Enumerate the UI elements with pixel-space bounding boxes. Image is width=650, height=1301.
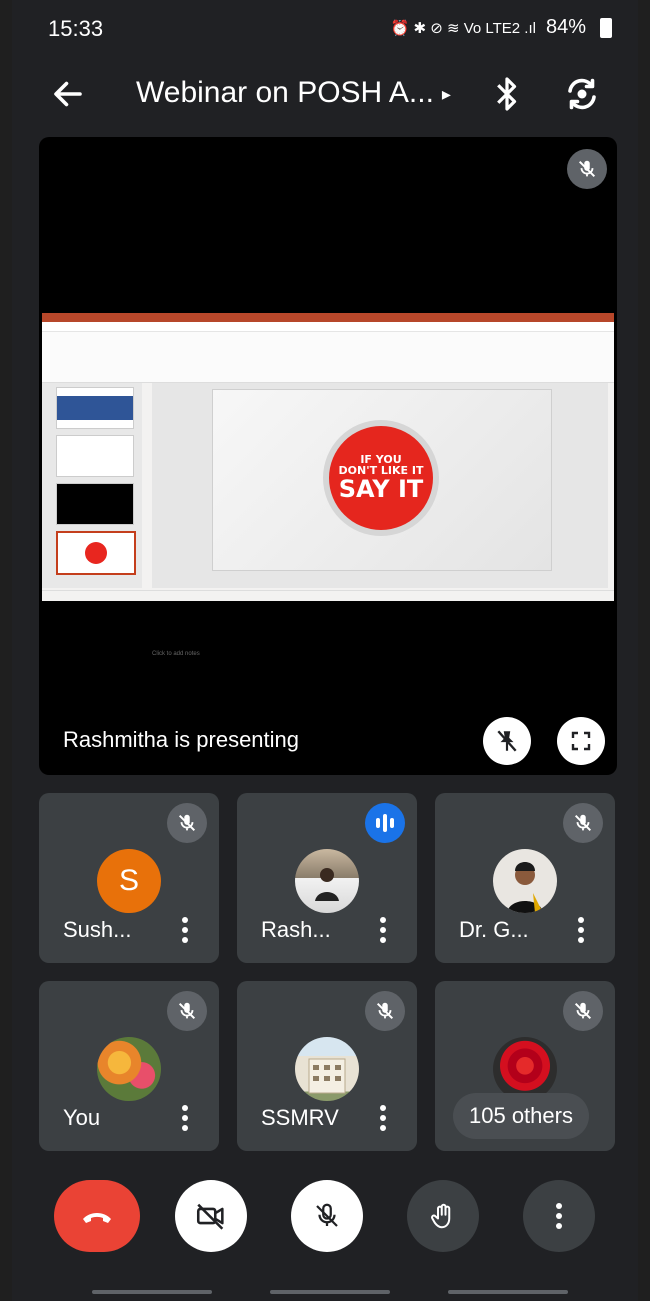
powerpoint-titlebar — [42, 313, 614, 322]
switch-camera-icon[interactable] — [564, 76, 600, 112]
back-arrow-icon[interactable] — [50, 76, 86, 112]
more-options-icon[interactable] — [181, 917, 189, 943]
powerpoint-statusbar — [42, 590, 614, 601]
shared-screen: IF YOU DON'T LIKE IT SAY IT Click to add… — [42, 313, 614, 657]
muted-mic-badge — [567, 149, 607, 189]
participant-tile[interactable]: S Sush... — [39, 793, 219, 963]
status-indicators: ⏰ ✱ ⊘ ≋ Vo LTE2 .ıl — [390, 19, 536, 37]
presenting-label: Rashmitha is presenting — [63, 727, 300, 752]
more-options-icon[interactable] — [577, 917, 585, 943]
battery-percent: 84% — [545, 16, 586, 38]
avatar — [295, 849, 359, 913]
participant-name: Dr. G... — [459, 917, 529, 942]
mic-off-icon — [376, 1002, 394, 1020]
participant-tile[interactable]: Dr. G... — [435, 793, 615, 963]
others-count-pill[interactable]: 105 others — [453, 1093, 589, 1139]
participant-tile-self[interactable]: You — [39, 981, 219, 1151]
hand-icon — [431, 1203, 451, 1229]
phone-screen: 15:33 ⏰ ✱ ⊘ ≋ Vo LTE2 .ıl 84% Webinar on… — [12, 0, 638, 1301]
more-vert-icon — [555, 1203, 563, 1229]
status-bar: 15:33 ⏰ ✱ ⊘ ≋ Vo LTE2 .ıl 84% — [12, 0, 638, 56]
participant-tile[interactable]: Rash... — [237, 793, 417, 963]
slide-thumbnail — [56, 483, 134, 525]
speaking-indicator-icon — [365, 803, 405, 843]
slide-thumbnail — [56, 387, 134, 429]
unpin-button[interactable] — [483, 717, 531, 765]
presentation-tile[interactable]: IF YOU DON'T LIKE IT SAY IT Click to add… — [39, 137, 617, 775]
phone-hangup-icon — [83, 1213, 111, 1223]
bluetooth-icon[interactable] — [492, 74, 522, 114]
participant-tile[interactable]: SSMRV — [237, 981, 417, 1151]
muted-mic-badge — [365, 991, 405, 1031]
slide-thumbnails — [42, 383, 142, 588]
mic-off-icon — [178, 1002, 196, 1020]
avatar — [97, 1037, 161, 1101]
mic-off-icon — [316, 1203, 338, 1227]
powerpoint-ribbon — [42, 332, 614, 383]
powerpoint-tabs — [42, 322, 614, 332]
fullscreen-icon — [571, 731, 591, 751]
muted-mic-badge — [563, 803, 603, 843]
raise-hand-button[interactable] — [407, 1180, 479, 1252]
more-options-icon[interactable] — [379, 917, 387, 943]
muted-mic-badge — [167, 803, 207, 843]
slide-text-line: SAY IT — [338, 474, 424, 503]
avatar — [295, 1037, 359, 1101]
nav-bar-back[interactable] — [448, 1290, 568, 1294]
muted-mic-badge — [563, 991, 603, 1031]
unpin-icon — [497, 730, 517, 752]
mic-off-icon — [578, 160, 596, 178]
nav-bar-home[interactable] — [270, 1290, 390, 1294]
participant-name: Sush... — [63, 917, 132, 942]
end-call-button[interactable] — [54, 1180, 140, 1252]
camera-toggle-button[interactable] — [175, 1180, 247, 1252]
meeting-title-text: Webinar on POSH A... — [136, 76, 434, 109]
say-it-badge: IF YOU DON'T LIKE IT SAY IT — [323, 420, 439, 536]
chevron-right-icon: ▸ — [441, 83, 451, 104]
notes-placeholder: Click to add notes — [152, 651, 200, 657]
slide-canvas: IF YOU DON'T LIKE IT SAY IT — [152, 383, 608, 588]
mic-off-icon — [574, 1002, 592, 1020]
avatar — [493, 1037, 557, 1101]
avatar: S — [97, 849, 161, 913]
camera-off-icon — [196, 1203, 224, 1230]
more-options-icon[interactable] — [379, 1105, 387, 1131]
slide-thumbnail — [56, 435, 134, 477]
others-count: 105 others — [469, 1103, 573, 1128]
battery-icon — [600, 17, 612, 38]
avatar-initial: S — [118, 864, 139, 897]
muted-mic-badge — [167, 991, 207, 1031]
participant-tile-others[interactable]: S 105 others — [435, 981, 615, 1151]
meeting-title[interactable]: Webinar on POSH A... ▸ — [136, 76, 451, 110]
mic-off-icon — [574, 814, 592, 832]
status-time: 15:33 — [48, 16, 104, 41]
participant-name: You — [63, 1105, 101, 1130]
participant-name: Rash... — [261, 917, 331, 942]
mic-off-icon — [178, 814, 196, 832]
meeting-top-bar: Webinar on POSH A... ▸ — [12, 62, 638, 126]
mic-toggle-button[interactable] — [291, 1180, 363, 1252]
avatar — [493, 849, 557, 913]
nav-bar-recents[interactable] — [92, 1290, 212, 1294]
status-icons: ⏰ ✱ ⊘ ≋ Vo LTE2 .ıl 84% — [391, 16, 612, 39]
slide-thumbnail-selected — [56, 531, 136, 575]
current-slide: IF YOU DON'T LIKE IT SAY IT — [212, 389, 552, 571]
powerpoint-workspace: IF YOU DON'T LIKE IT SAY IT Click to add… — [42, 383, 614, 657]
fullscreen-button[interactable] — [557, 717, 605, 765]
more-options-icon[interactable] — [181, 1105, 189, 1131]
more-options-button[interactable] — [523, 1180, 595, 1252]
participant-name: SSMRV — [261, 1105, 339, 1130]
